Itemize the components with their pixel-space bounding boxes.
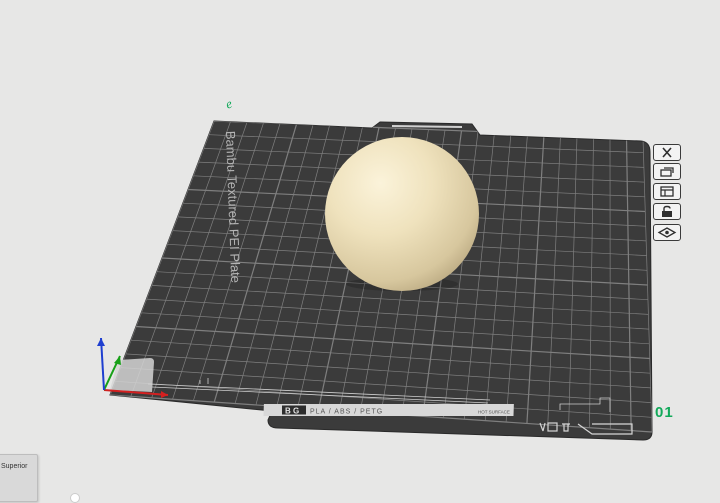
status-dot (70, 493, 80, 503)
arrange-icon (657, 165, 677, 178)
plate-number[interactable]: 01 (655, 404, 674, 421)
view-cube[interactable]: Superior (0, 454, 38, 502)
plate-top-handle (392, 126, 462, 127)
lock-icon (657, 205, 677, 218)
view-cube-label: Superior (1, 463, 27, 470)
sphere-model[interactable] (325, 137, 479, 291)
arrange-button[interactable] (653, 163, 681, 180)
orient-icon (657, 185, 677, 198)
lock-button[interactable] (653, 203, 681, 220)
remove-all-button[interactable] (653, 144, 681, 161)
plate-footer-mark: B G (285, 407, 299, 416)
plate-footer-code: PLA / ABS / PETG (310, 409, 383, 416)
plate-footer-small: HOT SURFACE (478, 410, 510, 415)
settings-button[interactable] (653, 224, 681, 241)
3d-viewport[interactable]: B G PLA / ABS / PETG HOT SURFACE (0, 0, 720, 500)
close-icon (657, 146, 677, 159)
build-scene[interactable]: B G PLA / ABS / PETG HOT SURFACE (0, 0, 720, 500)
eye-icon (657, 226, 677, 239)
orient-button[interactable] (653, 183, 681, 200)
